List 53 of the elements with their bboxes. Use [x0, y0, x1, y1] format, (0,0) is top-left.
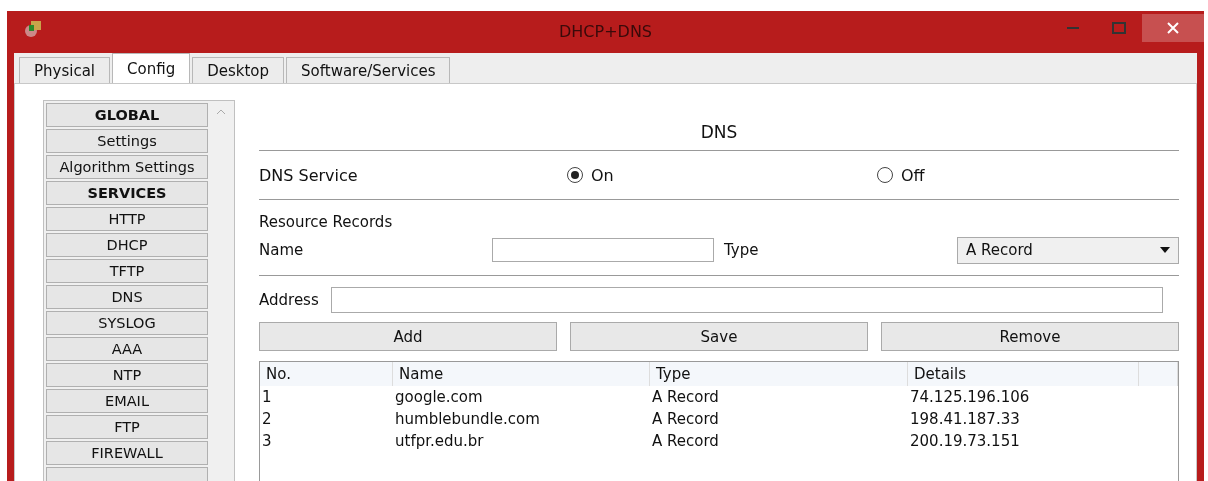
sidebar-item[interactable]: AAA: [46, 337, 208, 361]
table-cell-text: utfpr.edu.br: [394, 431, 485, 452]
sidebar-item[interactable]: DHCP: [46, 233, 208, 257]
field-label: Address: [259, 291, 320, 309]
sidebar-header[interactable]: GLOBAL: [46, 103, 208, 127]
table-cell-text: 74.125.196.106: [909, 387, 1031, 408]
minimize-icon: [1067, 26, 1079, 30]
table-cell-text: A Record: [651, 409, 720, 430]
radio-circle[interactable]: [877, 167, 893, 183]
sidebar-item[interactable]: FIREWALL: [46, 441, 208, 465]
address-field[interactable]: [331, 287, 1163, 313]
action-button[interactable]: Save: [570, 322, 868, 351]
sidebar-header[interactable]: SERVICES: [46, 181, 208, 205]
table-cell-text: 2: [261, 409, 273, 430]
table-cell-text: humblebundle.com: [394, 409, 541, 430]
sidebar-item[interactable]: TFTP: [46, 259, 208, 283]
window-title: DHCP+DNS: [559, 22, 652, 41]
sidebar-item[interactable]: Algorithm Settings: [46, 155, 208, 179]
sidebar-item[interactable]: DNS: [46, 285, 208, 309]
field-label: Name: [259, 241, 305, 259]
tab[interactable]: Config: [112, 53, 191, 83]
sidebar-item[interactable]: HTTP: [46, 207, 208, 231]
type-dropdown[interactable]: A Record: [957, 236, 1179, 264]
radio-button[interactable]: Off: [877, 165, 925, 185]
table-cell-text: 1: [261, 387, 273, 408]
radio-button[interactable]: On: [567, 165, 877, 185]
panel-title: DNS: [259, 100, 1179, 151]
sidebar-item[interactable]: Settings: [46, 129, 208, 153]
sidebar-item[interactable]: EMAIL: [46, 389, 208, 413]
scroll-up-icon[interactable]: [216, 109, 226, 115]
close-icon: [1167, 22, 1179, 34]
close-button[interactable]: [1142, 14, 1204, 42]
table-cell-text: 200.19.73.151: [909, 431, 1021, 452]
section-label: Resource Records: [259, 213, 393, 231]
action-button[interactable]: Remove: [881, 322, 1179, 351]
name-field[interactable]: [492, 238, 714, 262]
caret-icon: [1160, 247, 1170, 253]
tab[interactable]: Physical: [19, 57, 111, 83]
table-cell-text: google.com: [394, 387, 484, 408]
table-cell-text: 3: [261, 431, 273, 452]
action-button[interactable]: Add: [259, 322, 557, 351]
sidebar-item[interactable]: SYSLOG: [46, 311, 208, 335]
field-label: DNS Service: [259, 165, 359, 185]
sidebar-item[interactable]: NTP: [46, 363, 208, 387]
field-label: Type: [724, 241, 760, 259]
table-cell-text: A Record: [651, 431, 720, 452]
radio-circle[interactable]: [567, 167, 583, 183]
tab[interactable]: Software/Services: [286, 57, 451, 83]
tab[interactable]: Desktop: [192, 57, 285, 83]
table-cell-text: A Record: [651, 387, 720, 408]
sidebar-item[interactable]: FTP: [46, 415, 208, 439]
table-cell-text: 198.41.187.33: [909, 409, 1021, 430]
maximize-icon: [1112, 22, 1126, 34]
